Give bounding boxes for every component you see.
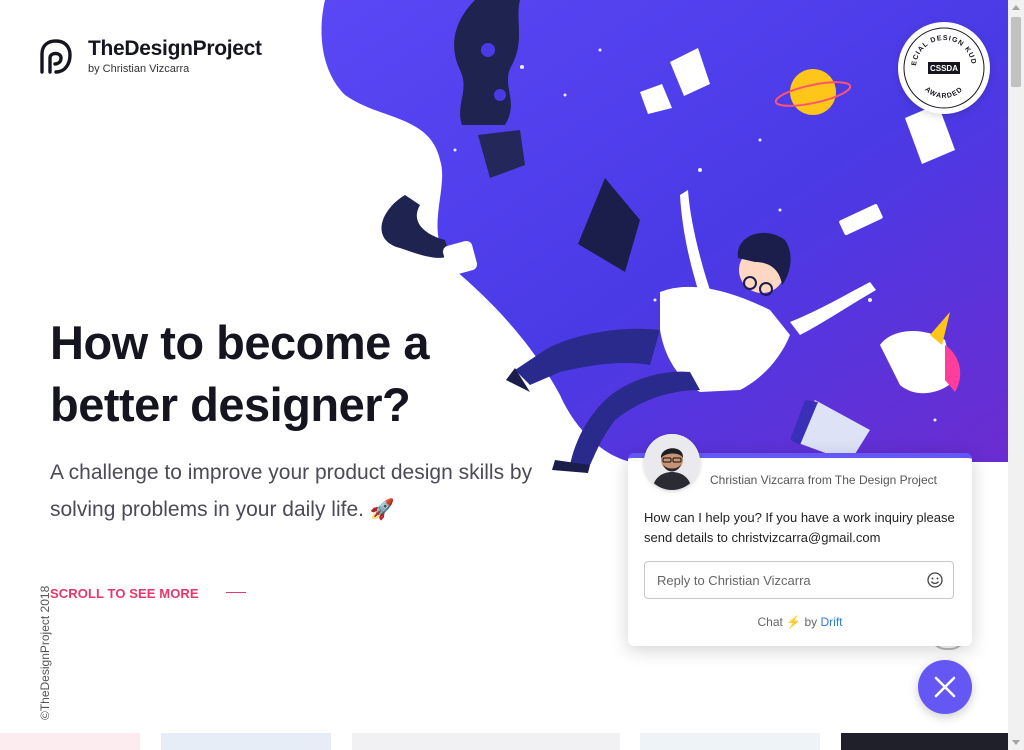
drift-chat-panel: Christian Vizcarra from The Design Proje… (628, 434, 972, 646)
avatar-graphic (644, 434, 700, 490)
drift-link[interactable]: Drift (821, 615, 843, 629)
lightning-icon: ⚡ (786, 615, 802, 629)
award-center-text: CSSDA (930, 64, 958, 73)
hero-title: How to become a better designer? (50, 316, 430, 431)
close-icon (934, 676, 956, 698)
chat-footer-by: by (804, 615, 818, 629)
brand-logo[interactable]: TheDesignProject by Christian Vizcarra (38, 37, 262, 76)
brand-name: TheDesignProject (88, 37, 262, 60)
chat-reply-box[interactable] (644, 561, 954, 599)
brand-mark-icon (40, 38, 72, 74)
avatar (644, 434, 700, 490)
rocket-icon: 🚀 (369, 499, 395, 521)
thumbnail-card[interactable] (161, 733, 331, 750)
hero-subtitle-text: A challenge to improve your product desi… (50, 461, 533, 521)
thumbnail-card[interactable] (841, 733, 1008, 750)
thumbnail-card[interactable] (0, 733, 140, 750)
hero-subtitle: A challenge to improve your product desi… (50, 454, 570, 529)
scroll-to-see-more-link[interactable]: SCROLL TO SEE MORE (50, 586, 199, 601)
scroll-down-arrow-icon[interactable] (1012, 740, 1020, 745)
smiley-icon[interactable] (927, 572, 943, 588)
chat-sender-name: Christian Vizcarra from The Design Proje… (710, 473, 937, 487)
brand-byline: by Christian Vizcarra (88, 63, 190, 75)
scrollbar-thumb[interactable] (1011, 17, 1021, 87)
page-scrollbar[interactable] (1008, 0, 1024, 750)
scroll-cta-line (226, 592, 246, 593)
thumbnail-card[interactable] (640, 733, 820, 750)
chat-footer: Chat ⚡ by Drift (628, 615, 972, 629)
chat-close-button[interactable] (918, 660, 972, 714)
scroll-up-arrow-icon[interactable] (1012, 5, 1020, 10)
award-badge-graphic: SPECIAL DESIGN KUDOS AWARDED CSSDA (895, 17, 985, 109)
thumbnail-card[interactable] (352, 733, 620, 750)
copyright-text: ©TheDesignProject 2018 (38, 585, 52, 720)
cssda-award-badge[interactable]: SPECIAL DESIGN KUDOS AWARDED CSSDA (895, 17, 990, 114)
chat-footer-label: Chat (757, 615, 783, 629)
chat-reply-input[interactable] (655, 562, 929, 598)
chat-message: How can I help you? If you have a work i… (644, 510, 955, 545)
